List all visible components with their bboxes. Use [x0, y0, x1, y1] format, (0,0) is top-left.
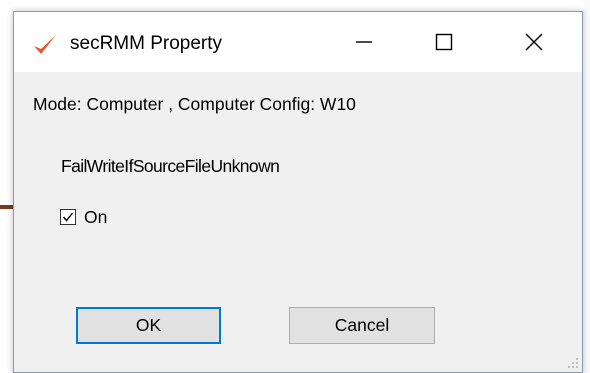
- on-checkbox-row[interactable]: On: [60, 204, 107, 230]
- title-bar[interactable]: secRMM Property: [14, 12, 582, 72]
- check-icon: [62, 212, 74, 222]
- minimize-icon: [356, 41, 372, 43]
- resize-grip-icon[interactable]: [567, 357, 579, 369]
- cancel-button[interactable]: Cancel: [289, 307, 435, 344]
- checkmark-icon: [34, 35, 56, 54]
- ok-button[interactable]: OK: [76, 307, 221, 344]
- window-title: secRMM Property: [70, 33, 223, 54]
- background-document-edge: [583, 0, 590, 373]
- maximize-button[interactable]: [409, 12, 479, 72]
- property-name-label: FailWriteIfSourceFileUnknown: [61, 156, 280, 176]
- on-checkbox[interactable]: [60, 209, 76, 225]
- dialog-window: secRMM Property Mode: Computer , Compute…: [13, 11, 583, 373]
- on-checkbox-label[interactable]: On: [84, 207, 107, 228]
- minimize-button[interactable]: [329, 12, 399, 72]
- maximize-icon: [435, 33, 453, 51]
- mode-label: Mode: Computer , Computer Config: W10: [33, 94, 356, 114]
- close-icon: [525, 33, 543, 51]
- close-button[interactable]: [499, 12, 569, 72]
